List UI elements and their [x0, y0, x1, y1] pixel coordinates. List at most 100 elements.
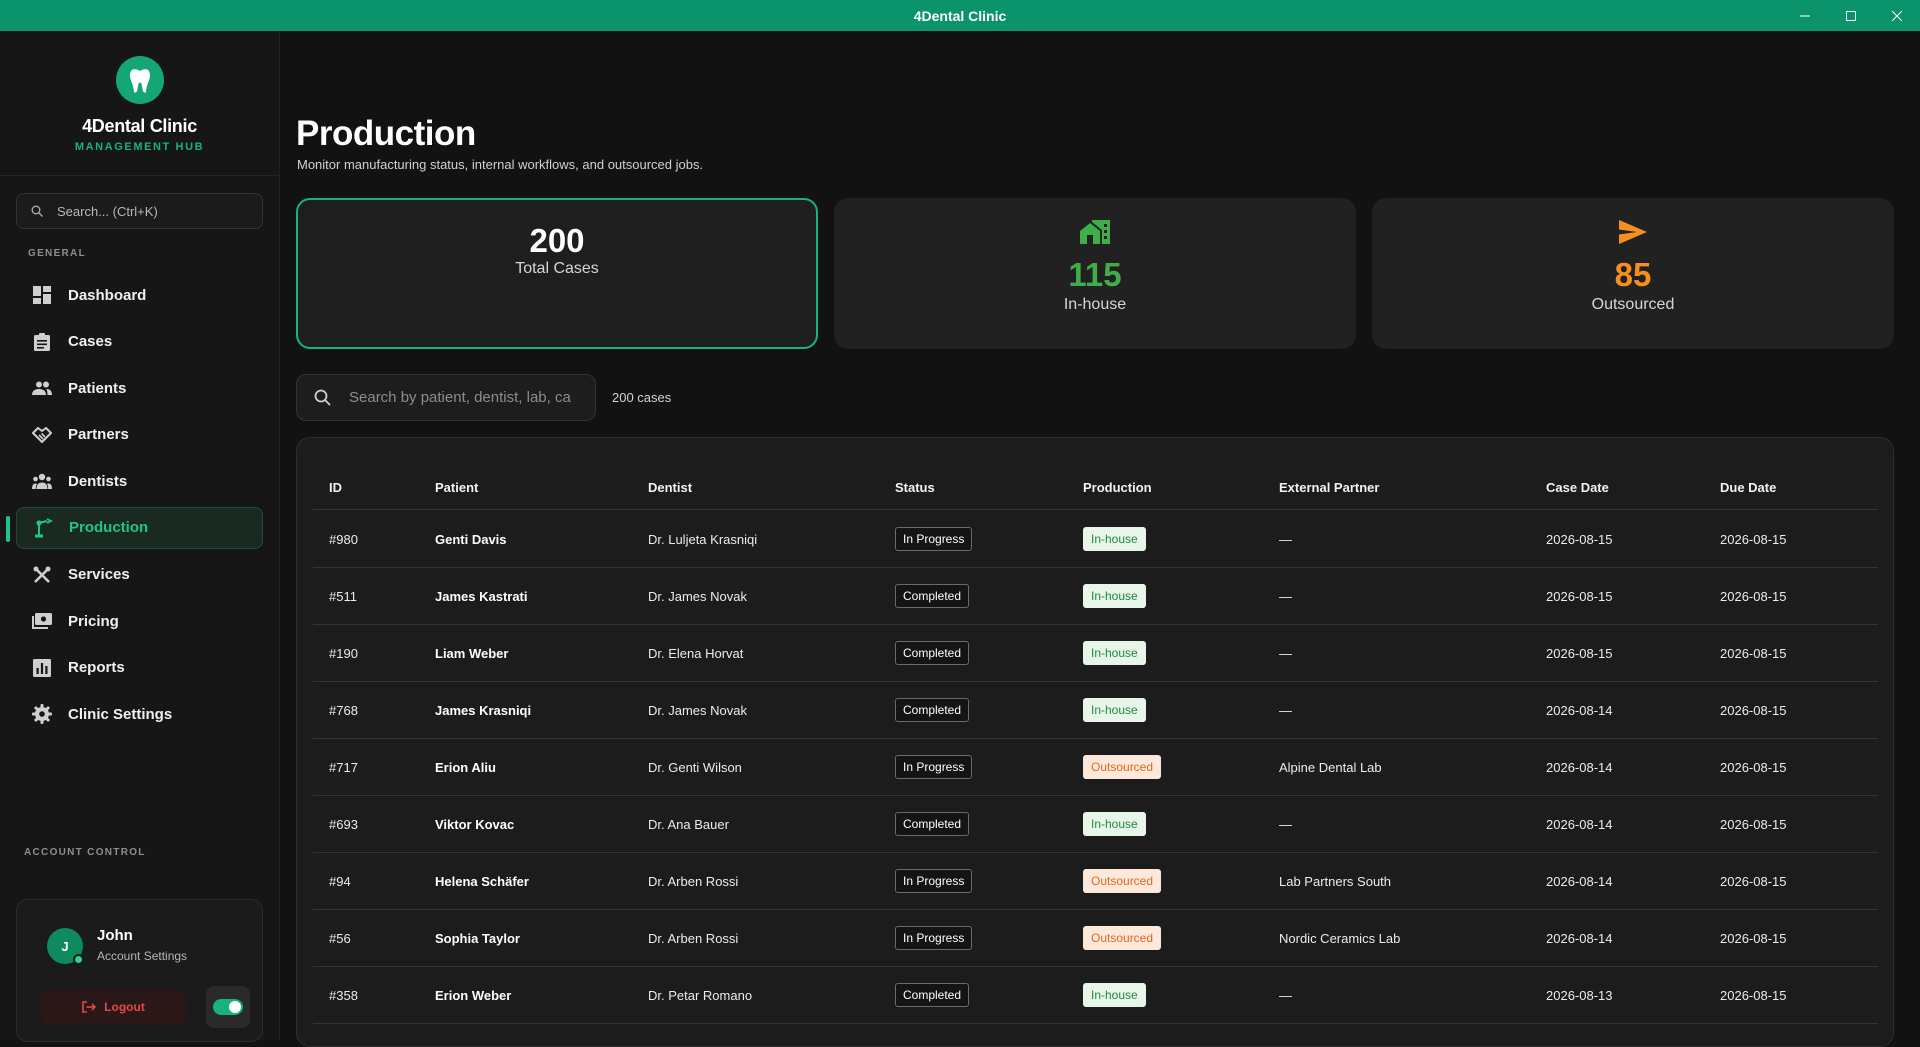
sidebar-item-label: Partners [68, 426, 129, 444]
sidebar-item-label: Pricing [68, 612, 119, 630]
group-icon [32, 471, 52, 491]
production-badge: Outsourced [1083, 869, 1162, 893]
window-title: 4Dental Clinic [913, 7, 1007, 24]
cell-patient: James Kastrati [435, 589, 528, 604]
cell-due-date: 2026-08-15 [1720, 589, 1787, 604]
cell-external-partner: Lab Partners South [1279, 874, 1392, 889]
cell-dentist: Dr. Arben Rossi [648, 874, 739, 889]
column-header-status[interactable]: Status [895, 480, 935, 495]
avatar-initial: J [61, 938, 69, 954]
close-button[interactable] [1874, 0, 1920, 31]
page-subtitle: Monitor manufacturing status, internal w… [297, 157, 704, 172]
table-row[interactable]: #94 Helena Schäfer Dr. Arben Rossi In Progr… [313, 853, 1878, 910]
column-header-external-partner[interactable]: External Partner [1279, 480, 1379, 495]
sidebar-item-services[interactable]: Services [16, 554, 263, 596]
table-row[interactable]: #693 Viktor Kovac Dr. Ana Bauer Completed In… [313, 796, 1878, 853]
table-row[interactable]: #190 Liam Weber Dr. Elena Horvat Completed I… [313, 625, 1878, 682]
sidebar-item-reports[interactable]: Reports [16, 647, 263, 689]
column-header-patient[interactable]: Patient [435, 480, 478, 495]
bar-chart-icon [32, 658, 52, 678]
cell-due-date: 2026-08-15 [1720, 703, 1787, 718]
case-search-input[interactable]: Search by patient, dentist, lab, ca [296, 374, 596, 421]
logout-label: Logout [104, 1000, 145, 1014]
handshake-icon [32, 425, 52, 445]
cell-dentist: Dr. James Novak [648, 589, 747, 604]
sidebar-item-dentists[interactable]: Dentists [16, 460, 263, 502]
cell-case-date: 2026-08-13 [1546, 988, 1613, 1003]
status-badge: Completed [895, 641, 970, 665]
sidebar-item-partners[interactable]: Partners [16, 414, 263, 456]
status-badge: Completed [895, 812, 970, 836]
cell-dentist: Dr. Ana Bauer [648, 817, 729, 832]
production-badge: In-house [1083, 641, 1146, 665]
stat-card-inhouse[interactable]: 115 In-house [834, 198, 1356, 349]
sidebar-item-cases[interactable]: Cases [16, 321, 263, 363]
window-titlebar: 4Dental Clinic [0, 0, 1920, 31]
gear-icon [32, 704, 52, 725]
sidebar-item-dashboard[interactable]: Dashboard [16, 274, 263, 316]
sidebar-item-pricing[interactable]: Pricing [16, 600, 263, 642]
close-icon [1892, 10, 1902, 21]
production-badge: In-house [1083, 527, 1146, 551]
stat-card-total[interactable]: 200 Total Cases [296, 198, 818, 349]
sidebar-item-label: Patients [68, 379, 127, 397]
cell-case-date: 2026-08-14 [1546, 874, 1613, 889]
cell-dentist: Dr. Genti Wilson [648, 760, 742, 775]
maximize-button[interactable] [1828, 0, 1874, 31]
production-badge: In-house [1083, 983, 1146, 1007]
cell-external-partner: — [1279, 817, 1292, 832]
search-icon [314, 389, 331, 406]
sidebar-search[interactable]: Search... (Ctrl+K) [16, 193, 263, 229]
column-header-production[interactable]: Production [1083, 480, 1152, 495]
theme-toggle-switch[interactable] [213, 999, 243, 1015]
cell-dentist: Dr. Petar Romano [648, 988, 753, 1003]
cell-due-date: 2026-08-15 [1720, 760, 1787, 775]
avatar[interactable]: J [47, 928, 84, 965]
window-controls [1782, 0, 1920, 31]
column-header-id[interactable]: ID [329, 480, 342, 495]
table-row[interactable]: #980 Genti Davis Dr. Luljeta Krasniqi In Pr… [313, 511, 1878, 568]
cell-dentist: Dr. James Novak [648, 703, 747, 718]
cell-due-date: 2026-08-15 [1720, 532, 1787, 547]
sidebar-item-clinic-settings[interactable]: Clinic Settings [16, 693, 263, 735]
status-badge: Completed [895, 698, 970, 722]
brand-subtitle: MANAGEMENT HUB [74, 141, 205, 153]
send-icon [1618, 216, 1648, 248]
tooth-logo-icon [115, 56, 164, 104]
dashboard-icon [32, 285, 52, 305]
logout-button[interactable]: Logout [41, 990, 186, 1024]
cell-patient: Erion Weber [435, 988, 512, 1003]
sidebar-item-patients[interactable]: Patients [16, 367, 263, 409]
cell-patient: Helena Schäfer [435, 874, 529, 889]
table-row[interactable]: #717 Erion Aliu Dr. Genti Wilson In Progres… [313, 739, 1878, 796]
stat-total-label: Total Cases [515, 260, 599, 277]
stat-card-outsourced[interactable]: 85 Outsourced [1372, 198, 1894, 349]
precision-manufacturing-icon [33, 518, 53, 538]
stat-total-value: 200 [529, 222, 585, 259]
table-row[interactable]: #56 Sophia Taylor Dr. Arben Rossi In Progre… [313, 910, 1878, 967]
cell-dentist: Dr. Arben Rossi [648, 931, 739, 946]
cell-external-partner: — [1279, 988, 1292, 1003]
sidebar: 4Dental Clinic MANAGEMENT HUB Search... … [0, 31, 280, 1042]
column-header-dentist[interactable]: Dentist [648, 480, 692, 495]
general-section-label: GENERAL [28, 248, 86, 259]
sidebar-item-label: Cases [68, 333, 113, 351]
theme-toggle-button[interactable] [206, 986, 250, 1028]
table-row[interactable]: #768 James Krasniqi Dr. James Novak Complet… [313, 682, 1878, 739]
table-row[interactable]: #358 Erion Weber Dr. Petar Romano Completed… [313, 967, 1878, 1024]
minimize-button[interactable] [1782, 0, 1828, 31]
production-badge: In-house [1083, 698, 1146, 722]
column-header-due-date[interactable]: Due Date [1720, 480, 1776, 495]
maximize-icon [1846, 10, 1856, 21]
column-header-case-date[interactable]: Case Date [1546, 480, 1609, 495]
cell-due-date: 2026-08-15 [1720, 931, 1787, 946]
production-badge: Outsourced [1083, 755, 1162, 779]
table-row[interactable]: #511 James Kastrati Dr. James Novak Complet… [313, 568, 1878, 625]
account-name[interactable]: John [97, 927, 133, 944]
clipboard-icon [32, 332, 52, 352]
stat-inhouse-label: In-house [1063, 296, 1127, 313]
sidebar-item-production[interactable]: Production [6, 506, 263, 549]
cell-id: #717 [329, 760, 358, 775]
sidebar-item-label: Dashboard [68, 286, 147, 304]
account-settings-link[interactable]: Account Settings [97, 949, 187, 963]
